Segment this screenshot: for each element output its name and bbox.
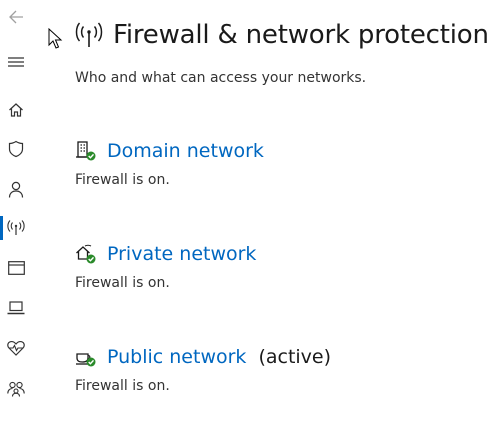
- menu-button[interactable]: [0, 47, 32, 77]
- nav-virus-protection[interactable]: [0, 134, 32, 164]
- laptop-icon: [7, 301, 25, 315]
- page-header: Firewall & network protection: [75, 20, 489, 50]
- navigation-rail: [0, 0, 32, 434]
- network-section-private: Private network Firewall is on.: [75, 243, 256, 291]
- mouse-cursor-icon: [48, 28, 63, 49]
- nav-account-protection[interactable]: [0, 174, 32, 204]
- public-network-link[interactable]: Public network: [107, 346, 246, 368]
- nav-home[interactable]: [0, 95, 32, 125]
- active-network-label: (active): [258, 346, 332, 368]
- back-arrow-icon: [9, 10, 23, 24]
- network-section-domain: Domain network Firewall is on.: [75, 140, 264, 188]
- back-button[interactable]: [0, 2, 32, 32]
- private-network-link[interactable]: Private network: [107, 243, 256, 265]
- network-antenna-icon: [7, 220, 25, 235]
- page-title: Firewall & network protection: [113, 20, 489, 50]
- domain-network-link[interactable]: Domain network: [107, 140, 264, 162]
- app-browser-icon: [7, 261, 25, 275]
- nav-firewall-network[interactable]: [0, 213, 32, 243]
- nav-app-browser-control[interactable]: [0, 253, 32, 283]
- private-network-status: Firewall is on.: [75, 275, 170, 291]
- heart-pulse-icon: [7, 340, 25, 356]
- private-network-home-icon: [76, 244, 96, 264]
- nav-device-performance-health[interactable]: [0, 333, 32, 363]
- nav-device-security[interactable]: [0, 293, 32, 323]
- home-icon: [9, 103, 23, 117]
- network-antenna-icon: [75, 22, 103, 47]
- public-network-status: Firewall is on.: [75, 378, 170, 394]
- nav-family-options[interactable]: [0, 374, 32, 404]
- public-network-cafe-icon: [76, 353, 96, 367]
- domain-network-building-icon: [76, 141, 96, 161]
- shield-icon: [8, 140, 24, 158]
- person-icon: [8, 181, 24, 198]
- domain-network-status: Firewall is on.: [75, 172, 170, 188]
- family-icon: [7, 381, 25, 397]
- network-section-public: Public network (active) Firewall is on.: [75, 346, 331, 394]
- hamburger-menu-icon: [8, 57, 24, 67]
- page-subtitle: Who and what can access your networks.: [75, 70, 367, 86]
